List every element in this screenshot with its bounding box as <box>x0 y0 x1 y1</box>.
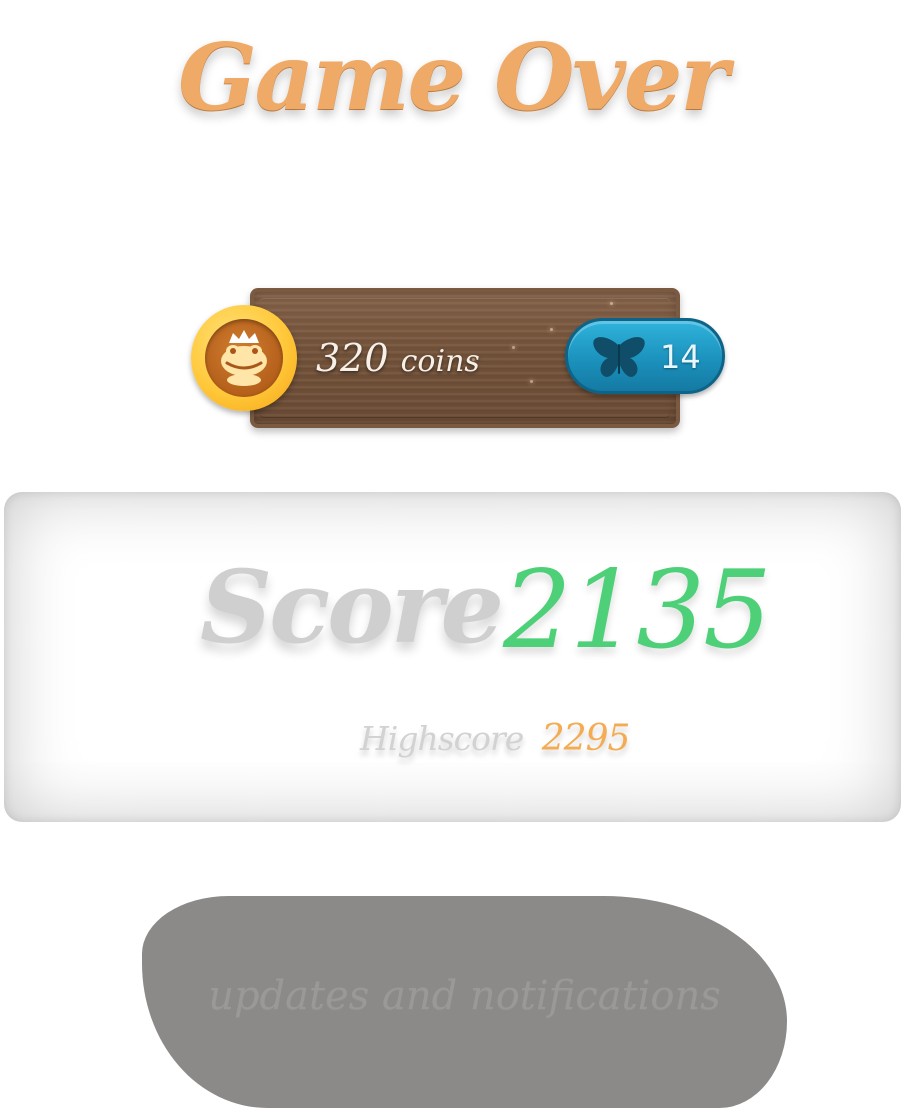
game-over-title: Game Over <box>178 23 729 131</box>
butterfly-count: 14 <box>660 338 701 376</box>
score-label: Score <box>200 548 504 666</box>
highscore: Highscore 2295 <box>360 718 631 759</box>
score-value: 2135 <box>503 548 772 673</box>
butterfly-badge: 14 <box>565 318 725 394</box>
notifications-button-label: updates and notifications <box>208 973 721 1019</box>
frog-coin-icon <box>191 305 297 411</box>
coins-count: 320 coins <box>316 336 480 380</box>
highscore-label: Highscore <box>360 719 524 758</box>
coins-value: 320 <box>316 336 389 380</box>
highscore-value: 2295 <box>541 718 631 759</box>
butterfly-icon <box>593 337 645 377</box>
coins-unit: coins <box>400 344 480 379</box>
notifications-button[interactable]: updates and notifications <box>142 896 787 1108</box>
